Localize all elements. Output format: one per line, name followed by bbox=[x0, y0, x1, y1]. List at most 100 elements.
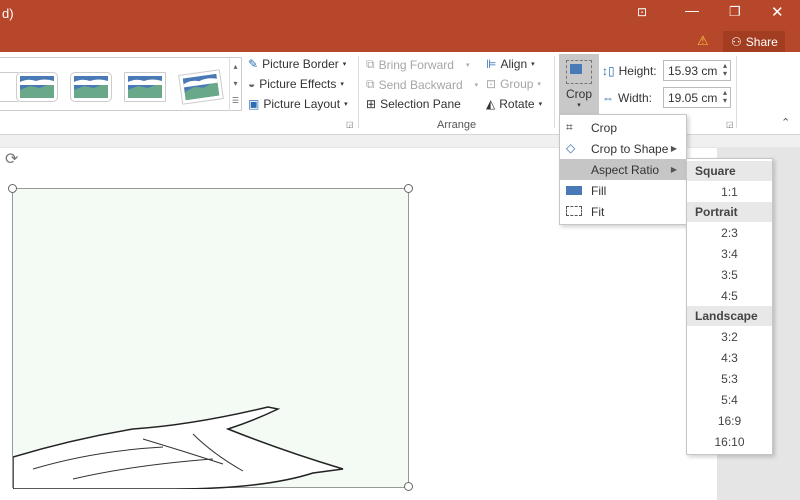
ribbon-display-icon[interactable]: ⊡ bbox=[637, 5, 647, 19]
ratio-5-3[interactable]: 5:3 bbox=[687, 368, 772, 389]
pen-icon: ✎ bbox=[248, 57, 259, 71]
ratio-16-9[interactable]: 16:9 bbox=[687, 410, 772, 431]
menu-item-crop-to-shape[interactable]: ◇ Crop to Shape ▶ bbox=[560, 138, 686, 159]
ratio-1-1[interactable]: 1:1 bbox=[687, 181, 772, 202]
width-label: ⇔ Width: bbox=[602, 91, 652, 105]
ratio-2-3[interactable]: 2:3 bbox=[687, 222, 772, 243]
crop-shape-icon: ◇ bbox=[566, 141, 576, 155]
ratio-4-5[interactable]: 4:5 bbox=[687, 285, 772, 306]
ratio-16-10[interactable]: 16:10 bbox=[687, 431, 772, 452]
share-label: Share bbox=[745, 34, 778, 49]
share-button[interactable]: ⚇ Share bbox=[723, 31, 785, 52]
restore-icon[interactable]: ❐ bbox=[729, 4, 741, 20]
effects-icon: ◒ bbox=[248, 77, 256, 91]
align-icon: ⊫ bbox=[486, 57, 497, 71]
width-input[interactable]: 19.05 cm ▴ ▾ bbox=[663, 87, 731, 108]
layout-icon: ▣ bbox=[248, 97, 260, 111]
label: Bring Forward bbox=[378, 57, 454, 72]
section-header-landscape: Landscape bbox=[687, 306, 772, 326]
ratio-3-5[interactable]: 3:5 bbox=[687, 264, 772, 285]
label: Selection Pane bbox=[380, 97, 461, 111]
fill-icon bbox=[566, 186, 582, 195]
label: Crop bbox=[591, 120, 618, 135]
menu-item-crop[interactable]: ⌗ Crop bbox=[560, 117, 686, 138]
resize-handle[interactable] bbox=[404, 184, 413, 193]
label: Send Backward bbox=[378, 77, 463, 92]
gallery-scroll[interactable]: ▴ ▾ ☰ bbox=[229, 58, 241, 111]
submenu-arrow-icon: ▶ bbox=[670, 144, 677, 153]
label: Fit bbox=[591, 204, 605, 219]
section-header-square: Square bbox=[687, 161, 772, 181]
send-backward-button[interactable]: ⧉ Send Backward ▾ bbox=[366, 77, 478, 92]
section-header-portrait: Portrait bbox=[687, 202, 772, 222]
value: 15.93 cm bbox=[668, 64, 718, 78]
label: Aspect Ratio bbox=[591, 162, 660, 177]
resize-handle[interactable] bbox=[404, 482, 413, 491]
spinner[interactable]: ▴ ▾ bbox=[723, 62, 727, 78]
spinner[interactable]: ▴ ▾ bbox=[723, 89, 727, 105]
width-icon: ⇔ bbox=[602, 91, 614, 105]
rotate-icon: ◭ bbox=[486, 97, 496, 111]
label: Picture Border bbox=[262, 57, 339, 71]
fit-icon bbox=[566, 206, 582, 216]
minimize-icon[interactable]: — bbox=[685, 2, 699, 18]
person-icon: ⚇ bbox=[731, 34, 742, 49]
close-icon[interactable]: ✕ bbox=[771, 3, 784, 21]
label: Group bbox=[500, 77, 534, 91]
window-title: d) bbox=[2, 6, 14, 21]
picture-layout-button[interactable]: ▣ Picture Layout ▾ bbox=[248, 97, 348, 111]
rotate-handle-icon[interactable]: ⟳ bbox=[5, 149, 18, 169]
bring-forward-button[interactable]: ⧉ Bring Forward ▾ bbox=[366, 57, 469, 72]
label: Picture Effects bbox=[259, 77, 337, 91]
selected-picture[interactable] bbox=[8, 184, 413, 491]
label: Height: bbox=[618, 64, 657, 78]
arrange-group-label: Arrange bbox=[437, 119, 477, 131]
ratio-5-4[interactable]: 5:4 bbox=[687, 389, 772, 410]
height-icon: ↕▯ bbox=[602, 64, 615, 78]
ratio-3-4[interactable]: 3:4 bbox=[687, 243, 772, 264]
dialog-launcher-icon[interactable]: ◲ bbox=[346, 120, 354, 129]
label: Rotate bbox=[499, 97, 535, 111]
ratio-3-2[interactable]: 3:2 bbox=[687, 326, 772, 347]
crop-icon: ⌗ bbox=[566, 120, 573, 134]
style-thumb[interactable] bbox=[16, 72, 58, 102]
crop-button[interactable]: Crop ▾ bbox=[559, 54, 599, 116]
menu-item-fit[interactable]: Fit bbox=[560, 201, 686, 222]
warning-icon[interactable]: ⚠ bbox=[697, 33, 709, 49]
menu-item-fill[interactable]: Fill bbox=[560, 180, 686, 201]
title-bar: d) ⊡ — ❐ ✕ ⚠ ⚇ Share bbox=[0, 0, 800, 52]
value: 19.05 cm bbox=[668, 91, 718, 105]
group-button[interactable]: ⊡ Group ▾ bbox=[486, 77, 541, 91]
selection-pane-icon: ⊞ bbox=[366, 97, 377, 111]
picture-effects-button[interactable]: ◒ Picture Effects ▾ bbox=[248, 77, 344, 91]
label: Crop to Shape bbox=[591, 141, 669, 156]
picture-border-button[interactable]: ✎ Picture Border ▾ bbox=[248, 57, 346, 71]
height-label: ↕▯ Height: bbox=[602, 64, 657, 78]
style-thumb[interactable] bbox=[124, 72, 166, 102]
crop-icon bbox=[566, 60, 592, 84]
label: Width: bbox=[618, 91, 653, 105]
group-icon: ⊡ bbox=[486, 77, 497, 91]
ratio-4-3[interactable]: 4:3 bbox=[687, 347, 772, 368]
aspect-ratio-submenu: Square 1:1 Portrait 2:3 3:4 3:5 4:5 Land… bbox=[686, 158, 773, 455]
hand-sketch-image bbox=[13, 406, 344, 489]
resize-handle[interactable] bbox=[8, 184, 17, 193]
label: Picture Layout bbox=[263, 97, 341, 111]
label: Align bbox=[500, 57, 528, 71]
size-dialog-launcher-icon[interactable]: ◲ bbox=[726, 120, 734, 129]
height-input[interactable]: 15.93 cm ▴ ▾ bbox=[663, 60, 731, 81]
crop-menu: ⌗ Crop ◇ Crop to Shape ▶ Aspect Ratio ▶ Fill… bbox=[559, 114, 687, 225]
rotate-button[interactable]: ◭ Rotate ▾ bbox=[486, 97, 542, 111]
send-backward-icon: ⧉ bbox=[366, 77, 375, 91]
selection-pane-button[interactable]: ⊞ Selection Pane bbox=[366, 97, 461, 111]
align-button[interactable]: ⊫ Align ▾ bbox=[486, 57, 535, 71]
label: Fill bbox=[591, 183, 607, 198]
style-thumb[interactable] bbox=[70, 72, 112, 102]
collapse-ribbon-icon[interactable]: ⌃ bbox=[781, 116, 790, 129]
bring-forward-icon: ⧉ bbox=[366, 57, 375, 71]
picture-styles-gallery[interactable]: ▴ ▾ ☰ bbox=[0, 57, 242, 111]
style-thumb[interactable] bbox=[178, 69, 224, 105]
crop-label: Crop bbox=[565, 87, 592, 101]
submenu-arrow-icon: ▶ bbox=[670, 165, 677, 174]
menu-item-aspect-ratio[interactable]: Aspect Ratio ▶ bbox=[560, 159, 686, 180]
